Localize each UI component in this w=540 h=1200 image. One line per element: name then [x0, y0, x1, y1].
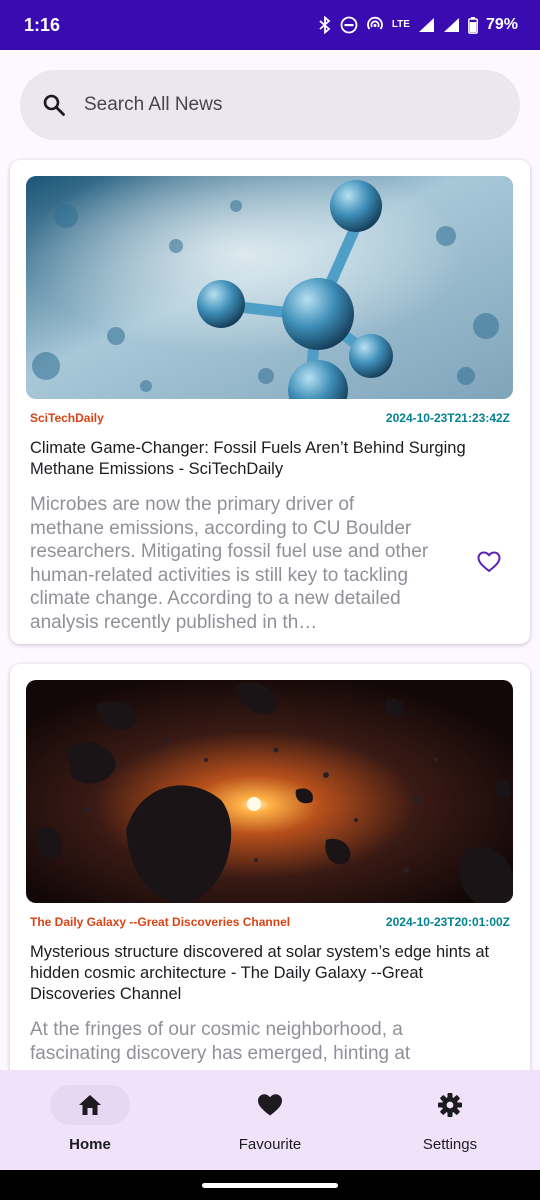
nav-label-settings: Settings — [422, 1136, 478, 1153]
nav-icon-container — [230, 1085, 310, 1125]
nav-item-settings[interactable]: Settings — [360, 1070, 540, 1170]
article-date: 2024-10-23T20:01:00Z — [385, 915, 510, 929]
gesture-handle[interactable] — [202, 1183, 338, 1188]
article-meta: SciTechDaily 2024-10-23T21:23:42Z — [30, 411, 510, 425]
status-icons: LTE 79% — [318, 16, 518, 34]
favorite-button[interactable] — [476, 549, 502, 575]
search-input[interactable] — [84, 94, 464, 116]
battery-icon — [468, 16, 478, 34]
network-type: LTE — [391, 19, 410, 30]
home-icon — [79, 1095, 101, 1115]
battery-percent: 79% — [485, 16, 518, 33]
article-title: Climate Game-Changer: Fossil Fuels Aren’… — [30, 439, 466, 478]
article-image — [26, 680, 513, 903]
nav-item-favourite[interactable]: Favourite — [180, 1070, 360, 1170]
article-title: Mysterious structure discovered at solar… — [30, 943, 490, 1003]
heart-icon — [258, 1094, 282, 1116]
status-time: 1:16 — [24, 14, 61, 35]
search-icon — [43, 94, 65, 116]
signal-icon — [418, 18, 434, 32]
bluetooth-icon — [319, 16, 331, 34]
do-not-disturb-icon — [340, 16, 358, 34]
article-source: SciTechDaily — [30, 411, 104, 425]
bottom-navigation: Home Favourite Settings — [0, 1070, 540, 1170]
article-date: 2024-10-23T21:23:42Z — [385, 411, 510, 425]
nav-item-home[interactable]: Home — [0, 1070, 180, 1170]
status-bar: 1:16 LTE 79% — [0, 0, 540, 50]
search-bar[interactable] — [20, 70, 520, 140]
nav-label-home: Home — [69, 1136, 111, 1153]
heart-outline-icon — [477, 551, 501, 572]
article-source: The Daily Galaxy --Great Discoveries Cha… — [30, 915, 291, 929]
gear-icon — [438, 1093, 462, 1117]
gesture-navigation-area — [0, 1170, 540, 1200]
article-description: Microbes are now the primary driver of m… — [30, 494, 429, 633]
nav-icon-container — [410, 1085, 490, 1125]
nav-active-indicator — [50, 1085, 130, 1125]
article-card[interactable]: SciTechDaily 2024-10-23T21:23:42Z Climat… — [10, 160, 530, 644]
hotspot-icon — [366, 16, 383, 30]
article-meta: The Daily Galaxy --Great Discoveries Cha… — [30, 915, 510, 929]
nav-label-favourite: Favourite — [238, 1136, 302, 1153]
article-card[interactable]: The Daily Galaxy --Great Discoveries Cha… — [10, 664, 530, 1104]
article-image — [26, 176, 513, 399]
signal-icon-2 — [443, 18, 459, 32]
